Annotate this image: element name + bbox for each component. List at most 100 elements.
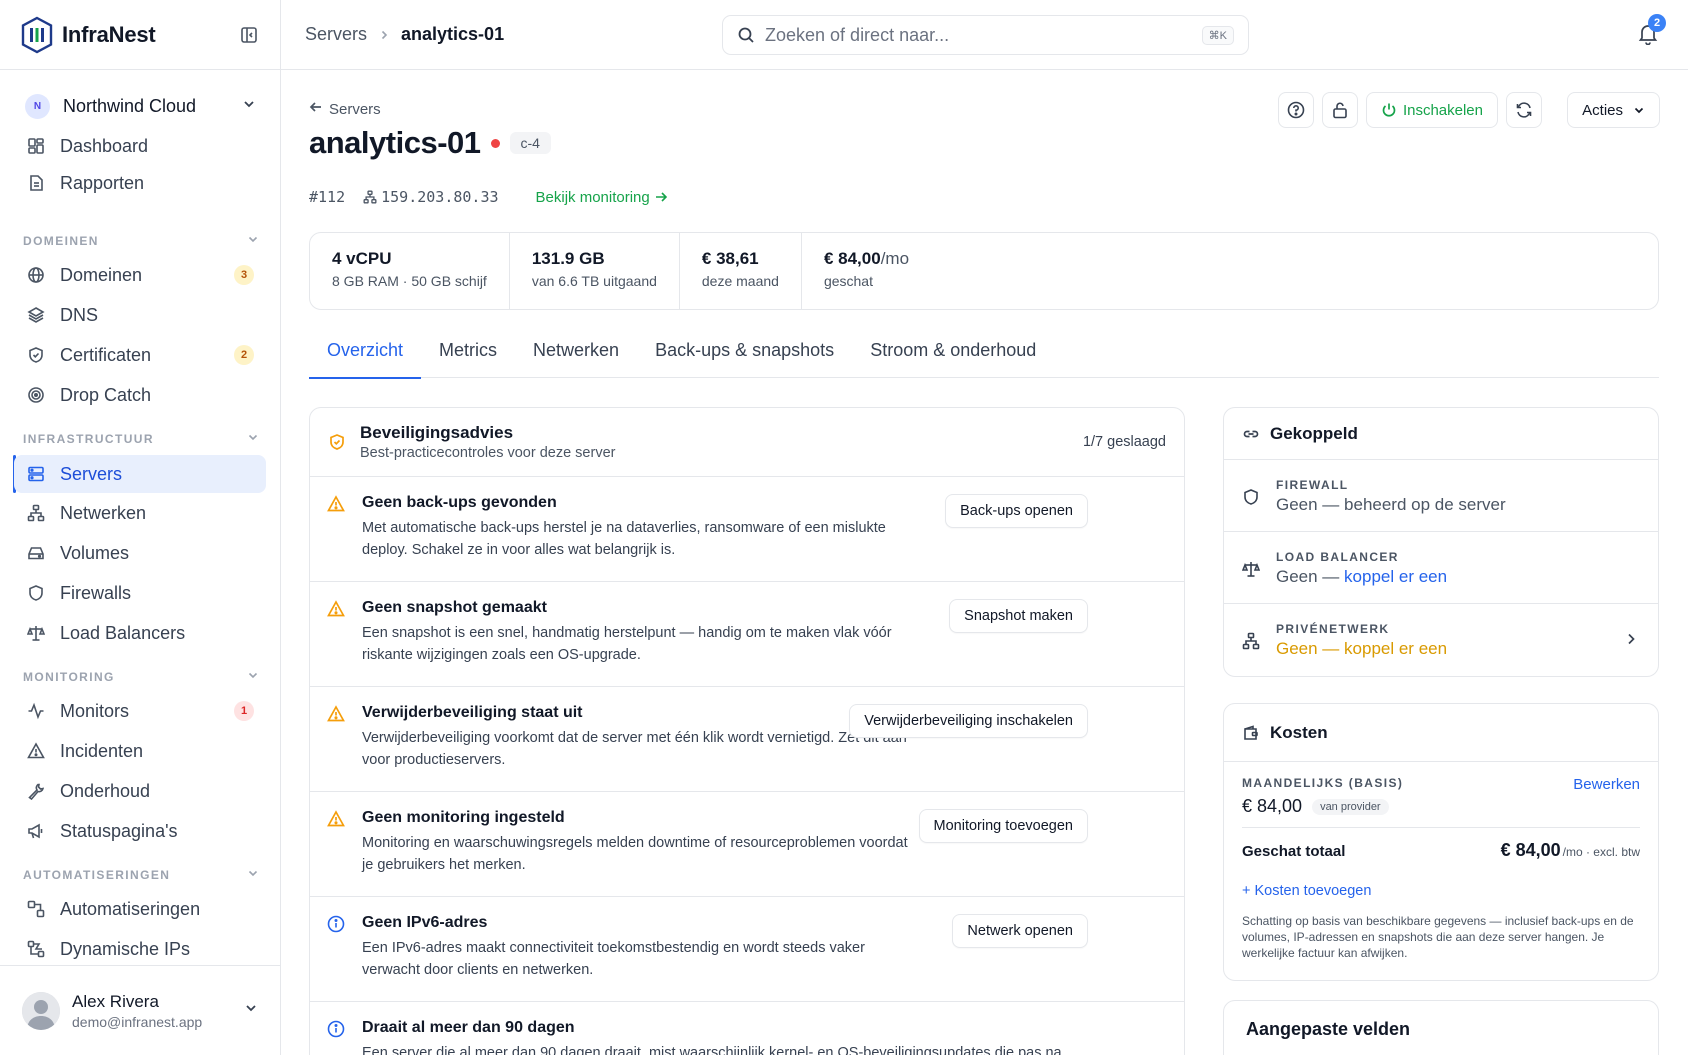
sidebar-item-label: Domeinen — [60, 264, 143, 285]
server-id: #112 — [309, 188, 346, 206]
advice-item: Draait al meer dan 90 dagen Een server d… — [310, 1002, 1184, 1055]
sidebar-item-label: Certificaten — [60, 344, 152, 365]
costs-header: Kosten — [1224, 704, 1658, 762]
page-header: analytics-01 c-4 — [309, 125, 551, 161]
app-name: InfraNest — [62, 21, 156, 47]
unlock-icon — [1333, 102, 1347, 119]
section-header-infrastructuur[interactable]: INFRASTRUCTUUR — [23, 431, 259, 446]
sidebar-item-dynamische-ips[interactable]: Dynamische IPs — [14, 930, 266, 968]
security-advice-title: Beveiligingsadvies — [360, 423, 514, 442]
help-button[interactable] — [1277, 92, 1314, 128]
back-link-label: Servers — [329, 100, 381, 118]
sidebar-item-domeinen[interactable]: Domeinen 3 — [14, 256, 266, 294]
refresh-button[interactable] — [1506, 92, 1542, 128]
power-on-button[interactable]: Inschakelen — [1365, 92, 1498, 128]
wrench-icon — [26, 781, 46, 801]
sidebar-item-label: Drop Catch — [60, 384, 152, 405]
add-costs-link[interactable]: + Kosten toevoegen — [1242, 883, 1640, 899]
add-monitoring-button[interactable]: Monitoring toevoegen — [918, 809, 1088, 843]
tab-bar: Overzicht Metrics Netwerken Back-ups & s… — [309, 338, 1659, 379]
warning-icon — [327, 705, 345, 728]
sidebar-item-label: Load Balancers — [60, 622, 186, 643]
create-snapshot-button[interactable]: Snapshot maken — [949, 599, 1088, 633]
advice-description: Verwijderbeveiliging voorkomt dat de ser… — [362, 730, 907, 768]
sidebar-item-label: Incidenten — [60, 740, 144, 761]
shield-check-icon — [328, 433, 346, 451]
sidebar-item-statuspaginas[interactable]: Statuspagina's — [14, 812, 266, 850]
section-header-domeinen[interactable]: DOMEINEN — [23, 233, 259, 248]
sidebar-item-certificaten[interactable]: Certificaten 2 — [14, 336, 266, 374]
tab-backups-snapshots[interactable]: Back-ups & snapshots — [637, 338, 852, 378]
chevron-right-icon — [1624, 632, 1638, 651]
search-placeholder: Zoeken of direct naar... — [765, 24, 950, 45]
custom-fields-title: Aangepaste velden — [1246, 1019, 1411, 1039]
tab-overzicht[interactable]: Overzicht — [309, 338, 422, 379]
advice-description: Een server die al meer dan 90 dagen draa… — [362, 1045, 1062, 1055]
sidebar-item-onderhoud[interactable]: Onderhoud — [14, 772, 266, 810]
chevron-down-icon — [242, 97, 256, 116]
search-input[interactable]: Zoeken of direct naar... ⌘K — [722, 15, 1249, 55]
globe-icon — [26, 265, 46, 285]
ip-address[interactable]: 159.203.80.33 — [363, 188, 499, 206]
advice-item: Geen IPv6-adres Een IPv6-adres maakt con… — [310, 897, 1184, 1002]
sidebar-item-drop-catch[interactable]: Drop Catch — [14, 376, 266, 414]
attach-load-balancer-link[interactable]: koppel er een — [1344, 567, 1447, 586]
monitoring-link[interactable]: Bekijk monitoring — [536, 189, 667, 206]
section-header-automatiseringen[interactable]: AUTOMATISERINGEN — [23, 867, 259, 882]
link-icon — [1242, 425, 1260, 443]
org-avatar: N — [25, 93, 50, 119]
sidebar-item-incidenten[interactable]: Incidenten — [14, 732, 266, 770]
status-dot — [490, 138, 500, 148]
sidebar-item-dashboard[interactable]: Dashboard — [14, 127, 266, 165]
sidebar-item-monitors[interactable]: Monitors 1 — [14, 692, 266, 730]
linked-private-network[interactable]: PRIVÉNETWERK Geen — koppel er een — [1224, 604, 1658, 676]
sidebar-item-label: Automatiseringen — [60, 898, 201, 919]
shield-icon — [26, 583, 46, 603]
tab-netwerken[interactable]: Netwerken — [515, 338, 637, 378]
chevron-down-icon — [244, 1001, 258, 1020]
drive-icon — [26, 543, 46, 563]
actions-menu-button[interactable]: Acties — [1567, 92, 1660, 128]
costs-disclaimer: Schatting op basis van beschikbare gegev… — [1242, 914, 1634, 960]
breadcrumb: Servers analytics-01 — [305, 24, 504, 45]
chevron-down-icon — [247, 431, 259, 446]
sidebar-item-rapporten[interactable]: Rapporten — [14, 164, 266, 202]
lock-button[interactable] — [1321, 92, 1358, 128]
advice-description: Monitoring en waarschuwingsregels melden… — [362, 835, 908, 873]
user-name: Alex Rivera — [72, 991, 159, 1011]
arrow-left-icon — [309, 100, 323, 118]
sidebar-item-dns[interactable]: DNS — [14, 296, 266, 334]
sidebar-item-label: Servers — [60, 463, 123, 484]
stat-compute: 4 vCPU 8 GB RAM · 50 GB schijf — [310, 233, 510, 309]
sidebar-item-label: Rapporten — [60, 172, 145, 193]
sidebar-item-label: DNS — [60, 304, 99, 325]
back-link[interactable]: Servers — [309, 100, 381, 118]
sidebar-item-netwerken[interactable]: Netwerken — [14, 494, 266, 532]
network-icon — [1242, 632, 1260, 655]
sidebar-item-load-balancers[interactable]: Load Balancers — [14, 614, 266, 652]
user-menu[interactable]: Alex Rivera demo@infranest.app — [0, 965, 280, 1055]
enable-delete-protection-button[interactable]: Verwijderbeveiliging inschakelen — [849, 704, 1088, 738]
sidebar-collapse-icon[interactable] — [238, 24, 260, 46]
open-network-button[interactable]: Netwerk openen — [952, 914, 1088, 948]
sidebar-item-label: Dynamische IPs — [60, 938, 191, 959]
section-header-monitoring[interactable]: MONITORING — [23, 669, 259, 684]
breadcrumb-servers-link[interactable]: Servers — [305, 24, 367, 45]
open-backups-button[interactable]: Back-ups openen — [945, 494, 1088, 528]
server-meta: #112 159.203.80.33 Bekijk monitoring — [309, 188, 667, 206]
sidebar-item-servers[interactable]: Servers — [14, 455, 266, 493]
edit-costs-link[interactable]: Bewerken — [1573, 776, 1640, 793]
sidebar-item-firewalls[interactable]: Firewalls — [14, 574, 266, 612]
scale-icon — [26, 623, 46, 643]
sidebar-item-automatiseringen[interactable]: Automatiseringen — [14, 890, 266, 928]
tab-stroom-onderhoud[interactable]: Stroom & onderhoud — [852, 338, 1054, 378]
keyboard-shortcut: ⌘K — [1201, 25, 1234, 45]
infranest-logo-icon — [21, 16, 53, 53]
advice-title: Draait al meer dan 90 dagen — [362, 1019, 575, 1036]
advice-item: Geen back-ups gevonden Met automatische … — [310, 477, 1184, 582]
tab-metrics[interactable]: Metrics — [421, 338, 515, 378]
sidebar-item-volumes[interactable]: Volumes — [14, 534, 266, 572]
chevron-down-icon — [247, 867, 259, 882]
sidebar-item-label: Dashboard — [60, 135, 149, 156]
advice-item: Geen monitoring ingesteld Monitoring en … — [310, 792, 1184, 897]
